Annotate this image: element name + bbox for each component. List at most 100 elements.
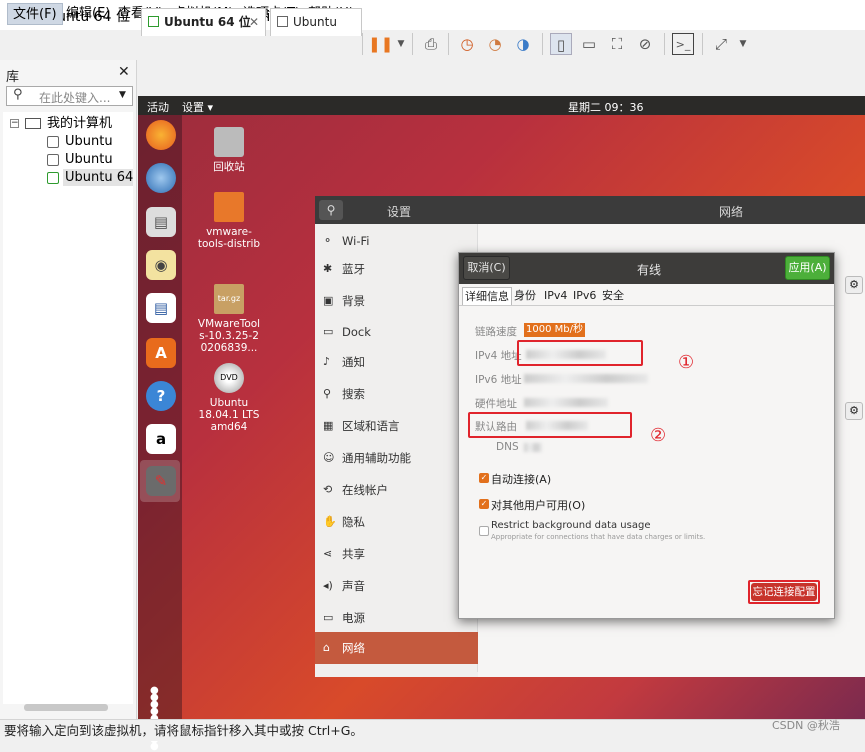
stretch-dropdown-icon[interactable]: ▼ bbox=[732, 33, 754, 55]
sidebar-item[interactable]: ▭ 电源 bbox=[315, 602, 478, 634]
sidebar-item[interactable]: ▦ 区域和语言 bbox=[315, 410, 478, 442]
thumbnail-view-icon[interactable]: ▭ bbox=[578, 33, 600, 55]
tab-security[interactable]: 安全 bbox=[600, 287, 626, 305]
restrict-data-description: Appropriate for connections that have da… bbox=[491, 533, 706, 541]
vm-running-icon bbox=[47, 172, 59, 184]
unity-icon[interactable]: ⊘ bbox=[634, 33, 656, 55]
desktop-icon-label: 回收站 bbox=[213, 161, 245, 173]
all-users-checkbox[interactable]: ✓ bbox=[479, 499, 489, 509]
auto-connect-label[interactable]: 自动连接(A) bbox=[491, 471, 551, 487]
help-icon[interactable]: ? bbox=[146, 381, 176, 411]
annotation-number: ① bbox=[678, 352, 695, 373]
show-apps-icon[interactable]: ● ● ●● ● ●● ● ● bbox=[150, 686, 172, 752]
vm-icon bbox=[47, 154, 59, 166]
sidebar-item[interactable]: ✋ 隐私 bbox=[315, 506, 478, 538]
software-center-icon[interactable]: A bbox=[146, 338, 176, 368]
pause-dropdown-icon[interactable]: ▼ bbox=[390, 33, 412, 55]
settings-app-menu[interactable]: 设置 ▾ bbox=[182, 99, 213, 115]
region-icon: ▦ bbox=[323, 419, 334, 432]
all-users-label[interactable]: 对其他用户可用(O) bbox=[491, 497, 585, 513]
firefox-icon[interactable] bbox=[146, 120, 176, 150]
stretch-icon[interactable]: ⤢ bbox=[710, 33, 732, 55]
sidebar-item[interactable]: ▣ 背景 bbox=[315, 285, 478, 317]
clock[interactable]: 星期二 09：36 bbox=[568, 99, 644, 115]
restrict-data-checkbox[interactable] bbox=[479, 526, 489, 536]
sidebar-item-label: 通用辅助功能 bbox=[342, 451, 411, 465]
library-title: 库 bbox=[6, 70, 20, 85]
tab-ubuntu-64[interactable]: Ubuntu 64 位 ✕ bbox=[141, 8, 266, 36]
desktop-icon-archive[interactable]: tar.gz VMwareTools-10.3.25-20206839... bbox=[197, 284, 261, 354]
menu-file[interactable]: 文件(F) bbox=[7, 3, 63, 25]
search-icon[interactable]: ⚲ bbox=[319, 200, 343, 220]
status-bar: 要将输入定向到该虚拟机，请将鼠标指针移入其中或按 Ctrl+G。 bbox=[0, 719, 865, 741]
tree-vm-item[interactable]: Ubuntu bbox=[65, 133, 113, 150]
menu-edit[interactable]: 编辑(E) bbox=[61, 3, 115, 25]
library-view-icon[interactable]: ▯ bbox=[550, 33, 572, 55]
sidebar-item-label: 背景 bbox=[342, 294, 365, 308]
sidebar-item[interactable]: ⟲ 在线帐户 bbox=[315, 474, 478, 506]
snapshot-icon[interactable]: ◷ bbox=[456, 33, 478, 55]
gear-icon[interactable]: ⚙ bbox=[845, 402, 863, 420]
tree-vm-item-selected[interactable]: Ubuntu 64 位 bbox=[63, 169, 133, 186]
apply-button[interactable]: 应用(A) bbox=[785, 256, 830, 280]
library-scrollbar[interactable] bbox=[24, 704, 108, 711]
tab-details[interactable]: 详细信息 bbox=[462, 287, 512, 305]
writer-icon[interactable]: ▤ bbox=[146, 293, 176, 323]
forget-connection-button[interactable]: 忘记连接配置 bbox=[751, 583, 817, 601]
console-icon[interactable]: >_ bbox=[672, 33, 694, 55]
desktop-icon-label: vmware-tools-distrib bbox=[197, 226, 261, 250]
pause-icon[interactable]: ❚❚ bbox=[368, 33, 393, 55]
activities-button[interactable]: 活动 bbox=[147, 99, 169, 115]
fullscreen-icon[interactable]: ⛶ bbox=[606, 33, 628, 55]
link-speed-label: 链路速度 bbox=[475, 326, 517, 338]
sidebar-item[interactable]: ⚲ 搜索 bbox=[315, 378, 478, 410]
sidebar-item[interactable]: ✱ 蓝牙 bbox=[315, 253, 478, 285]
sidebar-item[interactable]: ⋖ 共享 bbox=[315, 538, 478, 570]
desktop-icon-dvd[interactable]: DVD Ubuntu 18.04.1 LTS amd64 bbox=[197, 363, 261, 433]
collapse-icon[interactable]: − bbox=[10, 119, 19, 128]
sidebar-item[interactable]: ☺ 通用辅助功能 bbox=[315, 442, 478, 474]
toolbar-separator bbox=[448, 33, 449, 55]
send-ctrl-alt-del-icon[interactable]: ⎙ bbox=[420, 33, 442, 55]
settings-icon[interactable]: ✎ bbox=[146, 466, 176, 496]
sidebar-item[interactable]: ▭ Dock bbox=[315, 316, 478, 348]
sidebar-item-label: 通知 bbox=[342, 355, 365, 369]
close-tab-icon[interactable]: ✕ bbox=[249, 9, 259, 35]
tab-ipv6[interactable]: IPv6 bbox=[571, 287, 598, 305]
close-library-icon[interactable]: ✕ bbox=[118, 64, 130, 80]
tree-root-label[interactable]: 我的计算机 bbox=[47, 115, 112, 132]
accessibility-icon: ☺ bbox=[323, 451, 335, 464]
snapshot-manager-icon[interactable]: ◑ bbox=[512, 33, 534, 55]
cancel-button[interactable]: 取消(C) bbox=[463, 256, 510, 280]
watermark: CSDN @秋浩 bbox=[772, 719, 840, 732]
amazon-icon[interactable]: a bbox=[146, 424, 176, 454]
rhythmbox-icon[interactable]: ◉ bbox=[146, 250, 176, 280]
desktop-icon-trash[interactable]: 回收站 bbox=[197, 127, 261, 173]
tree-vm-item[interactable]: Ubuntu bbox=[65, 151, 113, 168]
restrict-data-label[interactable]: Restrict background data usage bbox=[491, 520, 650, 531]
desktop-icon-folder[interactable]: vmware-tools-distrib bbox=[197, 192, 261, 250]
sound-icon: ◂) bbox=[323, 579, 333, 592]
archive-icon: tar.gz bbox=[214, 284, 244, 314]
files-icon[interactable]: ▤ bbox=[146, 207, 176, 237]
library-search-input[interactable]: ⚲ 在此处键入... ▼ bbox=[6, 86, 133, 106]
tab-ubuntu[interactable]: Ubuntu bbox=[270, 8, 362, 36]
gnome-top-bar: 活动 设置 ▾ 星期二 09：36 bbox=[138, 96, 865, 115]
toolbar-separator bbox=[664, 33, 665, 55]
power-icon: ▭ bbox=[323, 611, 334, 624]
search-placeholder: 在此处键入... bbox=[39, 91, 111, 105]
sidebar-item[interactable]: ⌂ 网络 bbox=[315, 632, 478, 664]
auto-connect-checkbox[interactable]: ✓ bbox=[479, 473, 489, 483]
search-dropdown-icon[interactable]: ▼ bbox=[119, 90, 126, 100]
tab-ipv4[interactable]: IPv4 bbox=[542, 287, 569, 305]
sidebar-item[interactable]: ♪ 通知 bbox=[315, 346, 478, 378]
tab-identity[interactable]: 身份 bbox=[512, 287, 538, 305]
thunderbird-icon[interactable] bbox=[146, 163, 176, 193]
dock-icon: ▭ bbox=[323, 325, 334, 338]
dns-redacted bbox=[524, 443, 542, 452]
ubuntu-dock bbox=[138, 115, 182, 719]
revert-snapshot-icon[interactable]: ◔ bbox=[484, 33, 506, 55]
gear-icon[interactable]: ⚙ bbox=[845, 276, 863, 294]
sidebar-item[interactable]: ◂) 声音 bbox=[315, 570, 478, 602]
computer-icon bbox=[25, 118, 41, 129]
